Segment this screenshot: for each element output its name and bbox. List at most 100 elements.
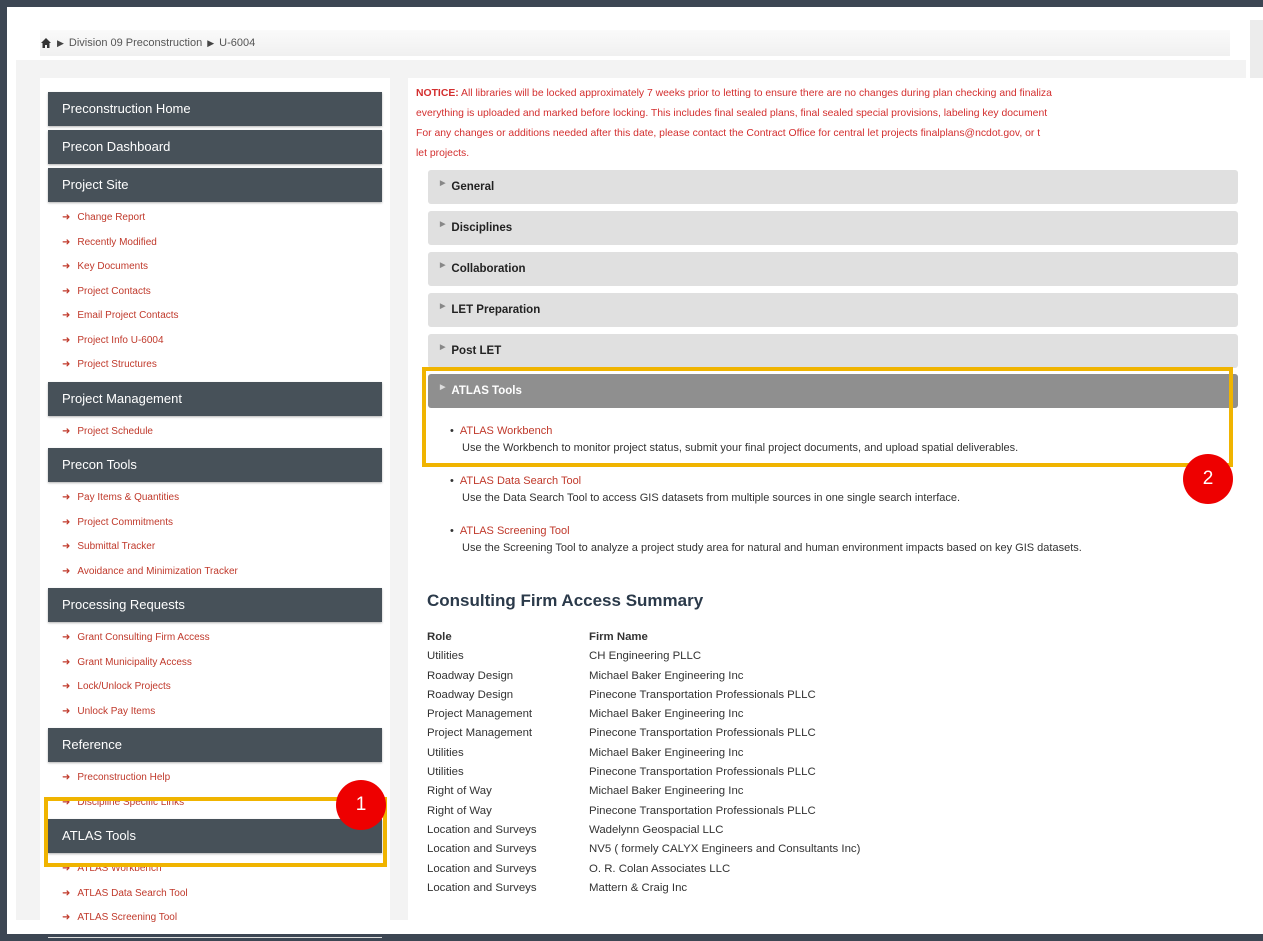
sidebar-link[interactable]: ➜ Grant Consulting Firm Access — [48, 626, 382, 651]
home-icon[interactable] — [40, 37, 52, 49]
callout-badge-2: 2 — [1183, 454, 1233, 504]
table-row: Project Management Michael Baker Engineer… — [427, 705, 860, 724]
sidebar-link-label: Lock/Unlock Projects — [77, 681, 171, 692]
cell-role: Project Management — [427, 708, 533, 721]
sidebar-link-label: ATLAS Data Search Tool — [77, 887, 188, 899]
nav-preconstruction-home[interactable]: Preconstruction Home — [48, 92, 382, 126]
nav-header[interactable]: Project Management — [48, 381, 382, 416]
nav-header[interactable]: Project Site — [48, 168, 382, 202]
sidebar-link[interactable]: ➜ Project Info U-6004 — [48, 329, 382, 354]
main-content: NOTICE: All libraries will be locked app… — [408, 78, 1263, 928]
notice-line: let projects. — [416, 148, 470, 159]
nav-precon-dashboard[interactable]: Precon Dashboard — [48, 130, 382, 164]
caret-right-icon: ▶ — [440, 221, 446, 228]
sidebar-link[interactable]: ➜ Pay Items & Quantities — [48, 486, 382, 511]
notice-line: For any changes or additions needed afte… — [416, 128, 1041, 139]
table-row: Project Management Pinecone Transportatio… — [427, 724, 860, 743]
bullet: • — [450, 525, 454, 537]
sidebar-link[interactable]: ➜ Project Contacts — [48, 280, 382, 305]
cell-firm: Pinecone Transportation Professionals PL… — [589, 688, 816, 701]
highlight-box-2 — [422, 367, 1233, 467]
caret-right-icon: ▶ — [440, 344, 446, 351]
arrow-right-icon: ➜ — [62, 334, 71, 346]
sidebar-link-label: Unlock Pay Items — [77, 705, 156, 717]
cell-firm: Mattern & Craig Inc — [589, 881, 688, 894]
table-row: Location and Surveys Wadelynn Geospacial … — [427, 821, 860, 840]
table-row: Location and Surveys NV5 ( formely CALYX … — [427, 840, 860, 859]
cell-role: Roadway Design — [427, 669, 514, 682]
sidebar-link[interactable]: ➜ Unlock Pay Items — [48, 700, 382, 725]
arrow-right-icon: ➜ — [62, 541, 71, 552]
arrow-right-icon: ➜ — [62, 656, 71, 668]
atlas-tool-item: • ATLAS Data Search Tool Use the Data Sea… — [450, 472, 1240, 506]
notice-line: everything is uploaded and marked before… — [416, 108, 1048, 119]
sidebar-link[interactable]: ➜ ATLAS Data Search Tool — [48, 882, 382, 907]
firm-access-table: Role Firm Name Utilities CH Engineering P… — [427, 628, 860, 898]
atlas-data-search-link[interactable]: ATLAS Data Search Tool — [460, 475, 581, 487]
cell-firm: O. R. Colan Associates LLC — [589, 862, 731, 875]
sidebar-link[interactable]: ➜ Submittal Tracker — [48, 535, 382, 560]
sidebar-link-label: Pay Items & Quantities — [77, 492, 180, 503]
sidebar-link[interactable]: ➜ Key Documents — [48, 255, 382, 280]
cell-role: Location and Surveys — [427, 881, 537, 894]
nav-header[interactable]: Precon Tools — [48, 448, 382, 482]
cell-role: Utilities — [427, 650, 464, 663]
arrow-right-icon: ➜ — [62, 359, 71, 370]
nav-header[interactable]: Reference — [48, 728, 382, 762]
breadcrumb: ▶ Division 09 Preconstruction ▶ U-6004 — [40, 30, 1230, 56]
accordion-disciplines[interactable]: ▶ Disciplines — [428, 211, 1238, 245]
accordion-collaboration[interactable]: ▶ Collaboration — [428, 252, 1238, 286]
cell-role: Right of Way — [427, 804, 492, 817]
cell-firm: Wadelynn Geospacial LLC — [589, 823, 724, 836]
atlas-screening-link[interactable]: ATLAS Screening Tool — [460, 525, 570, 537]
sidebar-link[interactable]: ➜ Grant Municipality Access — [48, 651, 382, 676]
cell-firm: CH Engineering PLLC — [589, 650, 702, 663]
table-row: Right of Way Michael Baker Engineering In… — [427, 782, 860, 801]
sidebar-link[interactable]: ➜ Project Structures — [48, 353, 382, 378]
table-row: Utilities Michael Baker Engineering Inc — [427, 744, 860, 763]
cell-role: Right of Way — [427, 785, 492, 798]
arrow-right-icon: ➜ — [62, 681, 71, 692]
arrow-right-icon: ➜ — [62, 772, 71, 783]
cell-role: Utilities — [427, 766, 464, 779]
sidebar-link-label: Avoidance and Minimization Tracker — [77, 565, 238, 577]
sidebar-link-label: Project Info U-6004 — [77, 334, 164, 346]
nav-group: Precon Tools ➜ Pay Items & Quantities ➜ Proj… — [48, 448, 382, 584]
notice-banner: NOTICE: All libraries will be locked app… — [416, 84, 1236, 164]
table-row: Right of Way Pinecone Transportation Prof… — [427, 802, 860, 821]
sidebar-link[interactable]: ➜ Email Project Contacts — [48, 304, 382, 329]
breadcrumb-item[interactable]: U-6004 — [219, 37, 255, 49]
sidebar-link[interactable]: ➜ Avoidance and Minimization Tracker — [48, 560, 382, 585]
sidebar-link[interactable]: ➜ Project Commitments — [48, 511, 382, 536]
sidebar-link[interactable]: ➜ Change Report — [48, 206, 382, 231]
cell-firm: Michael Baker Engineering Inc — [589, 708, 744, 721]
sidebar-link-label: Preconstruction Help — [77, 772, 171, 783]
sidebar-link[interactable]: ➜ Lock/Unlock Projects — [48, 675, 382, 700]
nav-group: Project Management ➜ Project Schedule — [48, 381, 382, 445]
callout-badge-1: 1 — [336, 780, 386, 830]
nav-header[interactable]: Processing Requests — [48, 588, 382, 622]
arrow-right-icon: ➜ — [62, 516, 71, 528]
sidebar-link-label: Change Report — [77, 212, 146, 223]
notice-label: NOTICE: — [416, 88, 459, 99]
cell-firm: Pinecone Transportation Professionals PL… — [589, 727, 816, 740]
caret-right-icon: ▶ — [440, 262, 446, 269]
sidebar-link-label: Key Documents — [77, 261, 148, 272]
table-row: Roadway Design Michael Baker Engineering … — [427, 667, 860, 686]
sidebar-link-label: ATLAS Screening Tool — [77, 912, 178, 923]
accordion-post-let[interactable]: ▶ Post LET — [428, 334, 1238, 368]
sidebar-link[interactable]: ➜ Recently Modified — [48, 231, 382, 256]
sidebar-link[interactable]: ➜ ATLAS Screening Tool — [48, 906, 382, 931]
sidebar-link-label: Project Structures — [77, 359, 157, 370]
accordion-general[interactable]: ▶ General — [428, 170, 1238, 204]
tool-description: Use the Screening Tool to analyze a proj… — [462, 542, 1082, 554]
accordion-let-preparation[interactable]: ▶ LET Preparation — [428, 293, 1238, 327]
caret-right-icon: ▶ — [440, 303, 446, 310]
table-row: Utilities CH Engineering PLLC — [427, 647, 860, 666]
sidebar-link-label: Recently Modified — [77, 236, 157, 248]
sidebar-link[interactable]: ➜ Preconstruction Help — [48, 766, 382, 791]
sidebar-link[interactable]: ➜ Project Schedule — [48, 420, 382, 445]
arrow-right-icon: ➜ — [62, 492, 71, 503]
triangle-right-icon: ▶ — [57, 37, 64, 48]
breadcrumb-item[interactable]: Division 09 Preconstruction — [69, 37, 202, 49]
